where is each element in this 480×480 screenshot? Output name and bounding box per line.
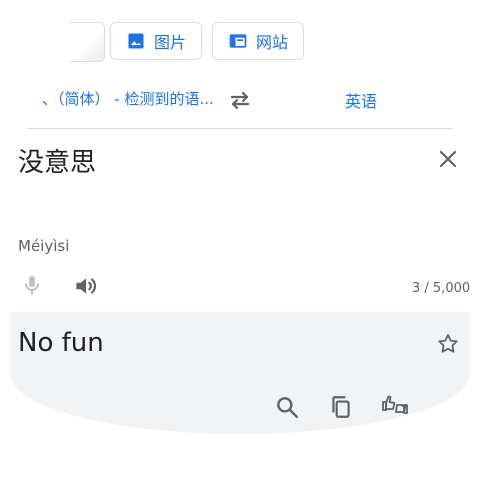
close-icon [436, 147, 460, 171]
microphone-icon [20, 273, 44, 297]
search-translation-button[interactable] [274, 394, 300, 420]
search-icon [274, 394, 300, 420]
tab-images[interactable]: 图片 [110, 22, 202, 60]
thumbs-feedback-icon [380, 393, 410, 421]
target-language-selector[interactable]: 英语 [345, 88, 377, 112]
tab-partial[interactable] [70, 22, 105, 62]
divider [28, 128, 453, 129]
tab-websites[interactable]: 网站 [212, 22, 304, 60]
rate-translation-button[interactable] [380, 393, 410, 421]
translation-text: No fun [18, 328, 104, 358]
swap-languages-button[interactable] [228, 88, 252, 112]
speaker-icon [72, 273, 98, 299]
voice-input-button[interactable] [20, 273, 44, 297]
tab-websites-label: 网站 [255, 33, 288, 52]
swap-icon [228, 88, 252, 112]
clear-input-button[interactable] [436, 147, 460, 171]
copy-translation-button[interactable] [328, 394, 354, 420]
save-translation-button[interactable] [436, 332, 460, 356]
star-icon [436, 332, 460, 356]
character-count: 3 / 5,000 [412, 281, 471, 296]
source-language-selector[interactable]: 、（简体） - 检测到的语... [42, 88, 214, 109]
tab-images-label: 图片 [153, 33, 186, 52]
copy-icon [328, 394, 354, 420]
website-icon [228, 31, 248, 51]
image-icon [126, 31, 146, 51]
romanization-text: Méiyìsi [18, 237, 70, 255]
source-text-input[interactable]: 没意思 [18, 142, 96, 179]
listen-source-button[interactable] [72, 273, 98, 299]
